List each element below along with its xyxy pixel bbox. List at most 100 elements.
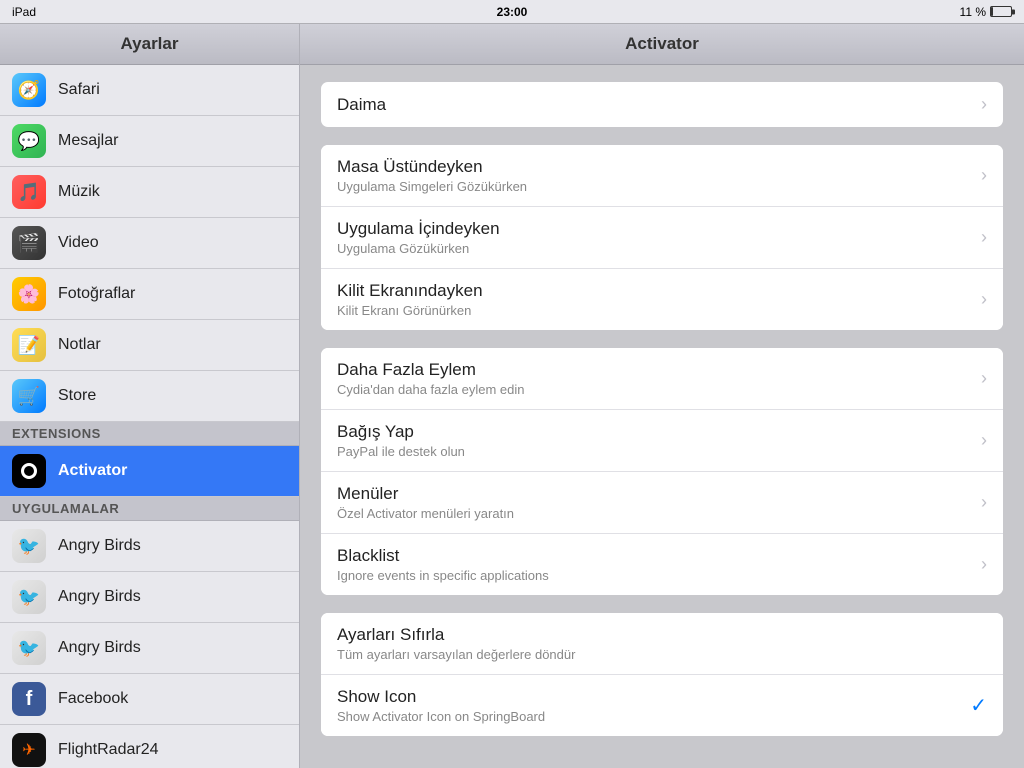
list-item-subtitle-menuler: Özel Activator menüleri yaratın (337, 506, 981, 521)
sidebar-item-notes[interactable]: 📝 Notlar (0, 320, 299, 371)
list-item-content-blacklist: Blacklist Ignore events in specific appl… (337, 546, 981, 583)
list-item-content-show-icon: Show Icon Show Activator Icon on SpringB… (337, 687, 970, 724)
status-bar: iPad 23:00 11 % (0, 0, 1024, 24)
angrybirds3-icon: 🐦 (12, 631, 46, 665)
music-icon: 🎵 (12, 175, 46, 209)
list-item-content-uygulama: Uygulama İçindeyken Uygulama Gözükürken (337, 219, 981, 256)
content-body: Daima › Masa Üstündeyken Uygulama Simgel… (300, 65, 1024, 768)
status-bar-right: 11 % (960, 5, 1012, 19)
battery-fill (991, 7, 993, 16)
list-item-masa[interactable]: Masa Üstündeyken Uygulama Simgeleri Gözü… (321, 145, 1003, 207)
sidebar-item-label-flightradar: FlightRadar24 (58, 741, 159, 759)
list-item-subtitle-show-icon: Show Activator Icon on SpringBoard (337, 709, 970, 724)
list-item-content-daha-fazla: Daha Fazla Eylem Cydia'dan daha fazla ey… (337, 360, 981, 397)
store-icon: 🛒 (12, 379, 46, 413)
chevron-menuler: › (981, 492, 987, 513)
list-item-uygulama[interactable]: Uygulama İçindeyken Uygulama Gözükürken … (321, 207, 1003, 269)
chevron-daha-fazla: › (981, 368, 987, 389)
sidebar-item-label-messages: Mesajlar (58, 132, 118, 150)
photos-icon: 🌸 (12, 277, 46, 311)
chevron-uygulama: › (981, 227, 987, 248)
battery-percent: 11 % (960, 5, 986, 19)
list-item-blacklist[interactable]: Blacklist Ignore events in specific appl… (321, 534, 1003, 595)
sidebar-item-label-store: Store (58, 387, 96, 405)
sidebar-item-label-safari: Safari (58, 81, 100, 99)
sidebar-item-label-angrybirds2: Angry Birds (58, 588, 141, 606)
list-item-menuler[interactable]: Menüler Özel Activator menüleri yaratın … (321, 472, 1003, 534)
list-item-subtitle-bagis: PayPal ile destek olun (337, 444, 981, 459)
sidebar-item-label-notes: Notlar (58, 336, 101, 354)
messages-icon: 💬 (12, 124, 46, 158)
list-item-title-kilit: Kilit Ekranındayken (337, 281, 981, 301)
sidebar-item-messages[interactable]: 💬 Mesajlar (0, 116, 299, 167)
list-item-title-bagis: Bağış Yap (337, 422, 981, 442)
list-group-extras: Daha Fazla Eylem Cydia'dan daha fazla ey… (320, 347, 1004, 596)
sidebar-item-music[interactable]: 🎵 Müzik (0, 167, 299, 218)
list-group-context: Masa Üstündeyken Uygulama Simgeleri Gözü… (320, 144, 1004, 331)
flightradar-icon: ✈ (12, 733, 46, 767)
list-item-ayarlari-sifirla[interactable]: Ayarları Sıfırla Tüm ayarları varsayılan… (321, 613, 1003, 675)
sidebar-item-video[interactable]: 🎬 Video (0, 218, 299, 269)
sidebar-item-label-photos: Fotoğraflar (58, 285, 135, 303)
sidebar-item-label-angrybirds1: Angry Birds (58, 537, 141, 555)
list-item-kilit[interactable]: Kilit Ekranındayken Kilit Ekranı Görünür… (321, 269, 1003, 330)
list-item-content-daima: Daima (337, 95, 981, 115)
checkmark-show-icon: ✓ (970, 693, 987, 718)
list-group-daima: Daima › (320, 81, 1004, 128)
chevron-blacklist: › (981, 554, 987, 575)
sidebar-item-safari[interactable]: 🧭 Safari (0, 65, 299, 116)
list-item-title-blacklist: Blacklist (337, 546, 981, 566)
list-item-daima[interactable]: Daima › (321, 82, 1003, 127)
sidebar-item-label-activator: Activator (58, 462, 127, 480)
list-item-subtitle-daha-fazla: Cydia'dan daha fazla eylem edin (337, 382, 981, 397)
chevron-masa: › (981, 165, 987, 186)
facebook-icon: f (12, 682, 46, 716)
list-item-subtitle-ayarlari-sifirla: Tüm ayarları varsayılan değerlere döndür (337, 647, 987, 662)
list-item-title-daima: Daima (337, 95, 981, 115)
list-item-title-daha-fazla: Daha Fazla Eylem (337, 360, 981, 380)
chevron-bagis: › (981, 430, 987, 451)
content-header: Activator (300, 24, 1024, 65)
sidebar: Ayarlar 🧭 Safari 💬 Mesajlar 🎵 Müzik 🎬 Vi… (0, 24, 300, 768)
video-icon: 🎬 (12, 226, 46, 260)
sidebar-item-angrybirds1[interactable]: 🐦 Angry Birds (0, 521, 299, 572)
list-item-daha-fazla[interactable]: Daha Fazla Eylem Cydia'dan daha fazla ey… (321, 348, 1003, 410)
sidebar-item-activator[interactable]: Activator (0, 446, 299, 497)
chevron-kilit: › (981, 289, 987, 310)
list-item-content-ayarlari-sifirla: Ayarları Sıfırla Tüm ayarları varsayılan… (337, 625, 987, 662)
list-item-title-masa: Masa Üstündeyken (337, 157, 981, 177)
list-item-subtitle-blacklist: Ignore events in specific applications (337, 568, 981, 583)
sidebar-item-facebook[interactable]: f Facebook (0, 674, 299, 725)
angrybirds1-icon: 🐦 (12, 529, 46, 563)
sidebar-item-label-angrybirds3: Angry Birds (58, 639, 141, 657)
sidebar-item-label-facebook: Facebook (58, 690, 128, 708)
section-header-apps: Uygulamalar (0, 497, 299, 521)
list-item-bagis[interactable]: Bağış Yap PayPal ile destek olun › (321, 410, 1003, 472)
list-item-content-masa: Masa Üstündeyken Uygulama Simgeleri Gözü… (337, 157, 981, 194)
sidebar-item-angrybirds2[interactable]: 🐦 Angry Birds (0, 572, 299, 623)
section-header-extensions: Extensions (0, 422, 299, 446)
sidebar-item-flightradar[interactable]: ✈ FlightRadar24 (0, 725, 299, 768)
sidebar-item-label-music: Müzik (58, 183, 100, 201)
list-item-title-ayarlari-sifirla: Ayarları Sıfırla (337, 625, 987, 645)
list-item-title-show-icon: Show Icon (337, 687, 970, 707)
list-item-content-kilit: Kilit Ekranındayken Kilit Ekranı Görünür… (337, 281, 981, 318)
sidebar-item-angrybirds3[interactable]: 🐦 Angry Birds (0, 623, 299, 674)
list-item-content-menuler: Menüler Özel Activator menüleri yaratın (337, 484, 981, 521)
notes-icon: 📝 (12, 328, 46, 362)
battery-icon (990, 6, 1012, 17)
status-bar-left: iPad (12, 5, 36, 19)
list-item-subtitle-uygulama: Uygulama Gözükürken (337, 241, 981, 256)
activator-icon (12, 454, 46, 488)
sidebar-item-photos[interactable]: 🌸 Fotoğraflar (0, 269, 299, 320)
list-item-title-uygulama: Uygulama İçindeyken (337, 219, 981, 239)
safari-icon: 🧭 (12, 73, 46, 107)
list-item-show-icon[interactable]: Show Icon Show Activator Icon on SpringB… (321, 675, 1003, 736)
chevron-daima: › (981, 94, 987, 115)
list-item-subtitle-masa: Uygulama Simgeleri Gözükürken (337, 179, 981, 194)
sidebar-item-store[interactable]: 🛒 Store (0, 371, 299, 422)
main-container: Ayarlar 🧭 Safari 💬 Mesajlar 🎵 Müzik 🎬 Vi… (0, 24, 1024, 768)
sidebar-item-label-video: Video (58, 234, 99, 252)
list-group-reset: Ayarları Sıfırla Tüm ayarları varsayılan… (320, 612, 1004, 737)
sidebar-header: Ayarlar (0, 24, 299, 65)
